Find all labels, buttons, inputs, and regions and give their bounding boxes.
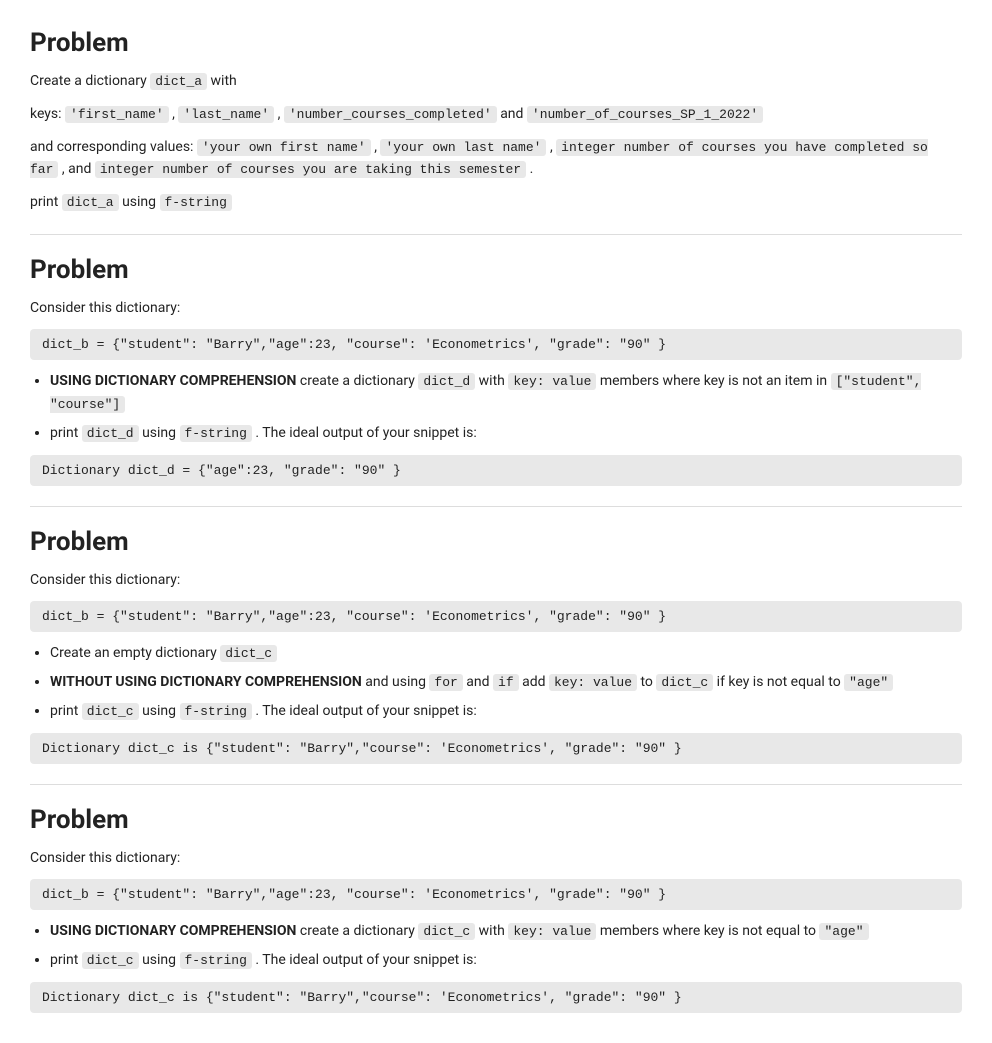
val-first-name: 'your own first name' — [197, 139, 371, 156]
problem-4-title: Problem — [30, 805, 962, 835]
divider-3 — [30, 784, 962, 785]
without-dict-comprehension-label: WITHOUT USING DICTIONARY COMPREHENSION — [50, 674, 362, 690]
problem-4-output: Dictionary dict_c is {"student": "Barry"… — [30, 982, 962, 1013]
problem-3-bullet-1: Create an empty dictionary dict_c — [50, 642, 962, 665]
using-dict-comprehension-label-4: USING DICTIONARY COMPREHENSION — [50, 923, 296, 939]
print-dict-d: dict_d — [82, 425, 139, 442]
key-value-code-2: key: value — [508, 373, 596, 390]
problem-1-title: Problem — [30, 28, 962, 58]
print-dict-c-4: dict_c — [82, 952, 139, 969]
problem-2-bullet-1: USING DICTIONARY COMPREHENSION create a … — [50, 370, 962, 416]
fstring-1: f-string — [160, 194, 232, 211]
problem-2-bullets: USING DICTIONARY COMPREHENSION create a … — [50, 370, 962, 444]
problem-2-intro: Consider this dictionary: — [30, 297, 962, 319]
key-courses-sp: 'number_of_courses_SP_1_2022' — [527, 106, 763, 123]
problem-3-bullet-2: WITHOUT USING DICTIONARY COMPREHENSION a… — [50, 671, 962, 694]
key-first-name: 'first_name' — [65, 106, 169, 123]
dict-c-code-4: dict_c — [418, 923, 475, 940]
if-code: if — [493, 674, 519, 691]
problem-3-section: Problem Consider this dictionary: dict_b… — [30, 527, 962, 764]
dict-c-code: dict_c — [656, 674, 713, 691]
problem-2-output: Dictionary dict_d = {"age":23, "grade": … — [30, 455, 962, 486]
problem-3-dict-code: dict_b = {"student": "Barry","age":23, "… — [30, 601, 962, 632]
problem-2-title: Problem — [30, 255, 962, 285]
key-value-code-4: key: value — [508, 923, 596, 940]
problem-4-section: Problem Consider this dictionary: dict_b… — [30, 805, 962, 1013]
fstring-3: f-string — [180, 703, 252, 720]
problem-4-bullets: USING DICTIONARY COMPREHENSION create a … — [50, 920, 962, 972]
problem-3-title: Problem — [30, 527, 962, 557]
fstring-2: f-string — [180, 425, 252, 442]
divider-1 — [30, 234, 962, 235]
problem-2-bullet-2: print dict_d using f-string . The ideal … — [50, 422, 962, 445]
problem-1-section: Problem Create a dictionary dict_a with … — [30, 28, 962, 214]
for-code: for — [429, 674, 462, 691]
problem-4-bullet-1: USING DICTIONARY COMPREHENSION create a … — [50, 920, 962, 943]
problem-1-keys: keys: 'first_name' , 'last_name' , 'numb… — [30, 103, 962, 126]
age-str-4: "age" — [819, 923, 868, 940]
problem-3-intro: Consider this dictionary: — [30, 569, 962, 591]
dict-c-empty: dict_c — [220, 645, 277, 662]
problem-4-dict-code: dict_b = {"student": "Barry","age":23, "… — [30, 879, 962, 910]
key-value-code-3: key: value — [549, 674, 637, 691]
problem-2-section: Problem Consider this dictionary: dict_b… — [30, 255, 962, 486]
problem-1-print: print dict_a using f-string — [30, 191, 962, 214]
print-dict-c-3: dict_c — [82, 703, 139, 720]
key-number-courses: 'number_courses_completed' — [284, 106, 497, 123]
val-last-name: 'your own last name' — [380, 139, 546, 156]
problem-3-bullet-3: print dict_c using f-string . The ideal … — [50, 700, 962, 723]
using-dict-comprehension-label-2: USING DICTIONARY COMPREHENSION — [50, 373, 296, 389]
fstring-4: f-string — [180, 952, 252, 969]
print-dict-a: dict_a — [62, 194, 119, 211]
age-str-3: "age" — [844, 674, 893, 691]
problem-3-output: Dictionary dict_c is {"student": "Barry"… — [30, 733, 962, 764]
problem-1-intro: Create a dictionary dict_a with — [30, 70, 962, 93]
problem-1-values: and corresponding values: 'your own firs… — [30, 136, 962, 182]
val-integer-taking: integer number of courses you are taking… — [95, 161, 526, 178]
key-last-name: 'last_name' — [178, 106, 274, 123]
problem-3-bullets: Create an empty dictionary dict_c WITHOU… — [50, 642, 962, 722]
problem-2-dict-code: dict_b = {"student": "Barry","age":23, "… — [30, 329, 962, 360]
dict-d-code: dict_d — [418, 373, 475, 390]
dict-a-code: dict_a — [150, 73, 207, 90]
problem-4-bullet-2: print dict_c using f-string . The ideal … — [50, 949, 962, 972]
problem-4-intro: Consider this dictionary: — [30, 847, 962, 869]
divider-2 — [30, 506, 962, 507]
